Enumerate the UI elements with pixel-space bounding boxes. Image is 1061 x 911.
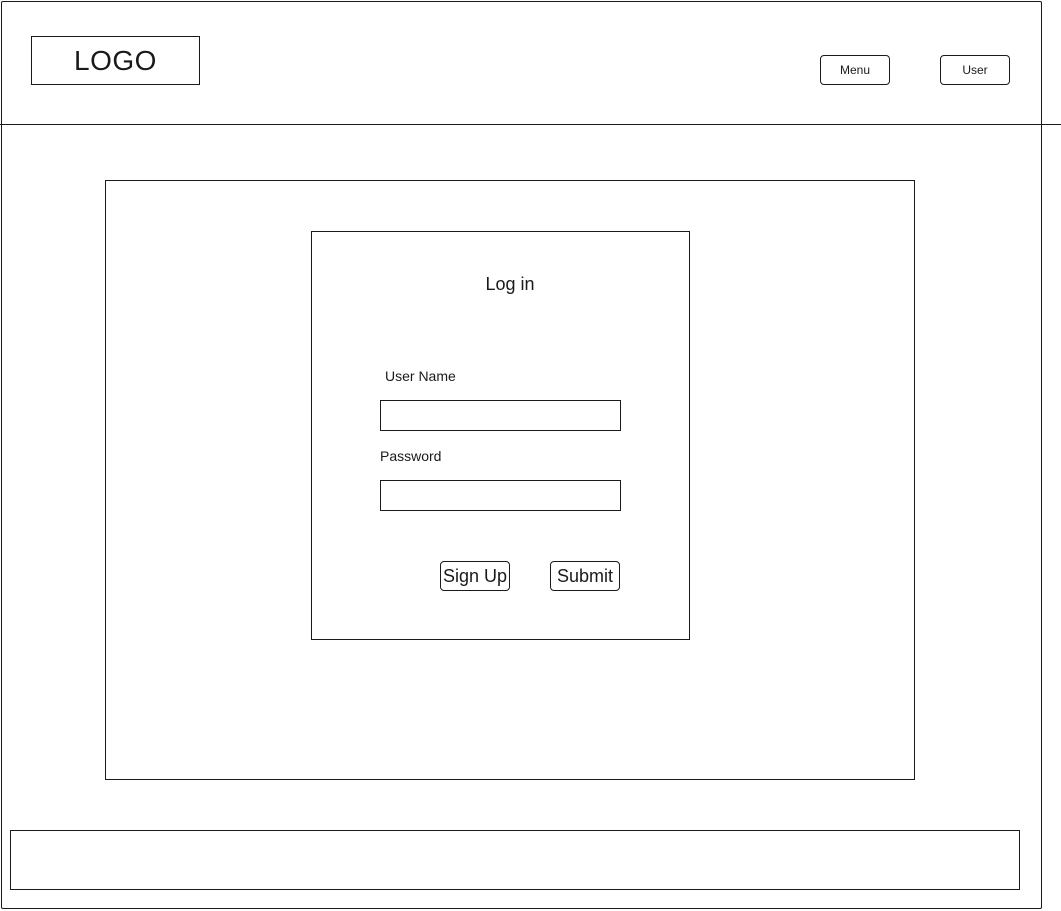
user-button[interactable]: User (940, 55, 1010, 85)
footer (10, 830, 1020, 890)
username-input[interactable] (380, 400, 621, 431)
logo: LOGO (31, 36, 200, 85)
sign-up-button[interactable]: Sign Up (440, 561, 510, 591)
logo-text: LOGO (74, 44, 157, 76)
username-label: User Name (385, 368, 456, 384)
submit-button[interactable]: Submit (550, 561, 620, 591)
login-title: Log in (485, 274, 535, 294)
password-input[interactable] (380, 480, 621, 511)
header-divider (0, 124, 1061, 125)
password-label: Password (380, 448, 442, 464)
menu-button[interactable]: Menu (820, 55, 890, 85)
wireframe-page: LOGO Menu User Log in User Name Password… (0, 0, 1061, 911)
